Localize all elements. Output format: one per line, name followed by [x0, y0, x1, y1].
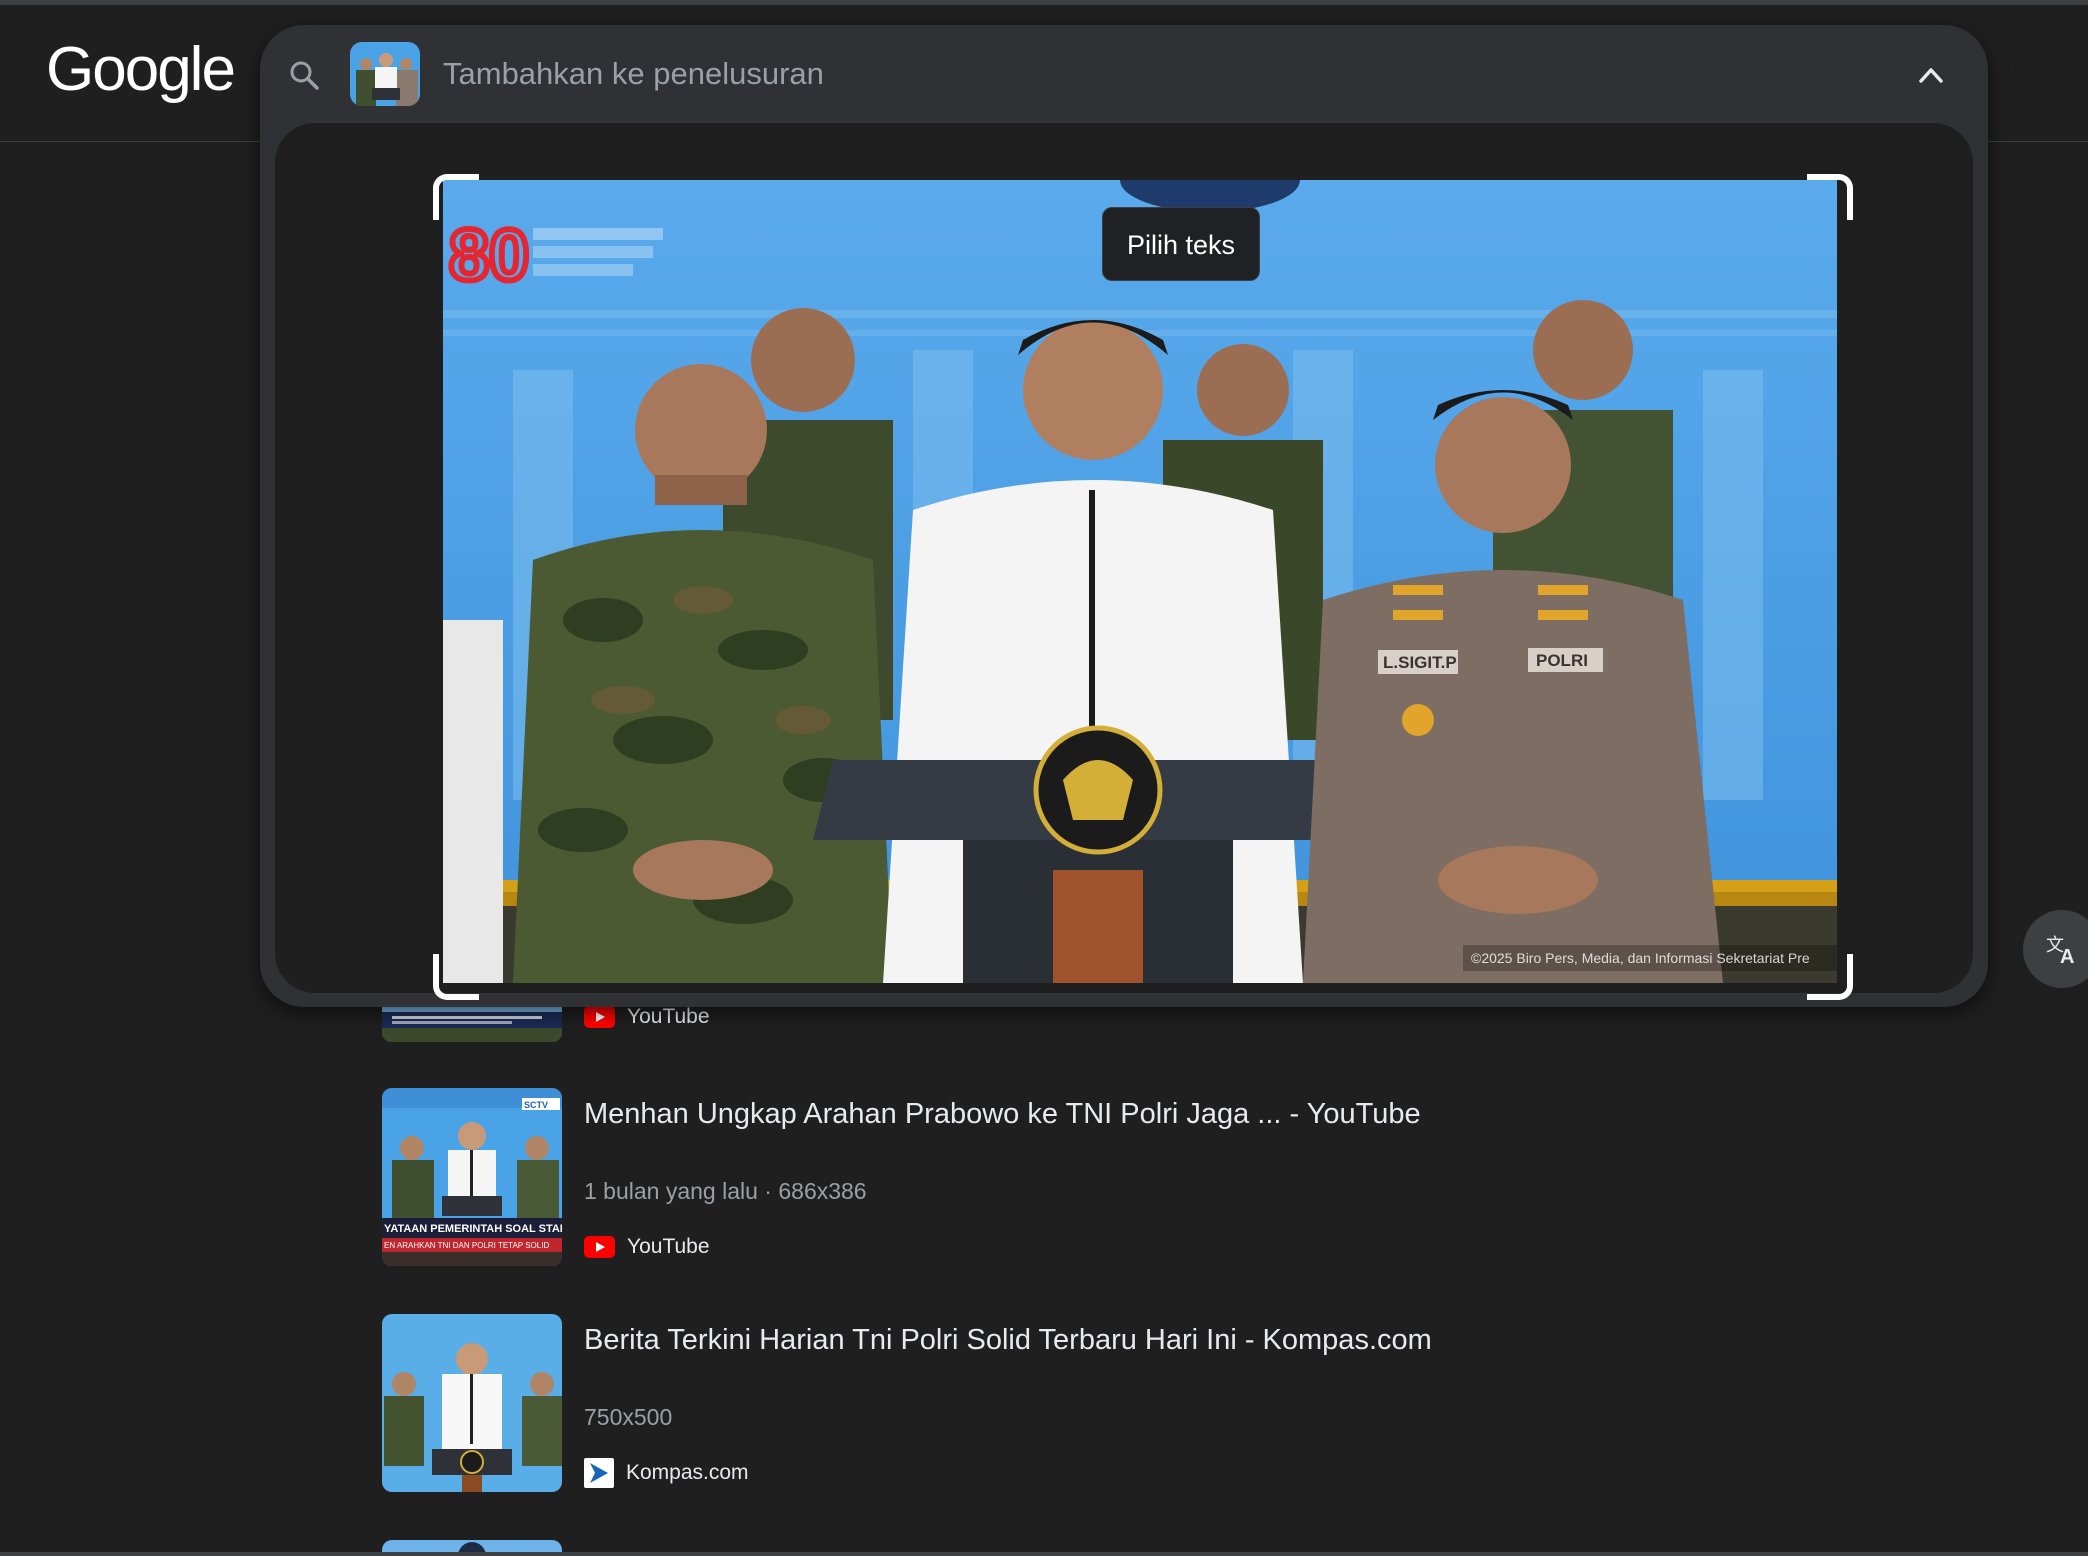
crop-handle-bottom-left[interactable] — [433, 954, 479, 1000]
translate-icon: 文 A — [2046, 935, 2074, 967]
result-thumbnail[interactable]: SCTV YATAAN PEMERINTAH SOAL STABILITAS E… — [382, 1088, 562, 1266]
result-source[interactable]: YouTube — [584, 1005, 710, 1029]
lens-search-panel: 80 — [260, 25, 2088, 1007]
top-border — [0, 0, 2088, 5]
svg-text:YATAAN PEMERINTAH SOAL STABILI: YATAAN PEMERINTAH SOAL STABILITAS — [384, 1223, 562, 1235]
search-image-chip[interactable] — [350, 42, 420, 106]
chevron-up-icon[interactable] — [1911, 55, 1951, 95]
result-source-name: Kompas.com — [626, 1461, 749, 1484]
search-input[interactable] — [443, 47, 1743, 101]
svg-text:EN ARAHKAN TNI DAN POLRI TETAP: EN ARAHKAN TNI DAN POLRI TETAP SOLID — [384, 1241, 549, 1250]
svg-text:L.SIGIT.P: L.SIGIT.P — [1383, 653, 1457, 672]
kompas-icon — [584, 1458, 614, 1488]
lens-image-stage: 80 L.SIGIT.P POLRI ©2025 Biro Pers, Medi… — [275, 123, 1973, 1000]
result-title[interactable]: Berita Terkini Harian Tni Polri Solid Te… — [584, 1324, 1432, 1357]
crop-handle-bottom-right[interactable] — [1807, 954, 1853, 1000]
result-source[interactable]: Kompas.com — [584, 1458, 749, 1488]
result-meta: 1 bulan yang lalu · 686x386 — [584, 1178, 867, 1204]
result-title[interactable]: Menhan Ungkap Arahan Prabowo ke TNI Polr… — [584, 1098, 1421, 1131]
search-icon[interactable] — [288, 59, 320, 91]
result-meta: 750x500 — [584, 1404, 673, 1430]
result-source-name: YouTube — [627, 1005, 710, 1028]
svg-text:©2025 Biro Pers, Media, dan In: ©2025 Biro Pers, Media, dan Informasi Se… — [1471, 950, 1810, 966]
google-logo[interactable]: Google — [46, 34, 236, 105]
select-text-tooltip[interactable]: Pilih teks — [1102, 207, 1261, 281]
svg-text:A: A — [2060, 946, 2074, 967]
youtube-icon — [584, 1236, 615, 1258]
crop-handle-top-right[interactable] — [1807, 174, 1853, 220]
result-source-name: YouTube — [627, 1235, 710, 1258]
svg-text:80: 80 — [449, 216, 529, 296]
bottom-border — [0, 1552, 2088, 1556]
crop-handle-top-left[interactable] — [433, 174, 479, 220]
result-thumbnail[interactable] — [382, 1314, 562, 1492]
youtube-icon — [584, 1006, 615, 1028]
svg-text:SCTV: SCTV — [524, 1100, 548, 1110]
result-source[interactable]: YouTube — [584, 1232, 710, 1262]
translate-button[interactable]: 文 A — [2023, 910, 2088, 988]
svg-text:POLRI: POLRI — [1536, 651, 1588, 670]
lens-selected-image[interactable]: 80 L.SIGIT.P POLRI ©2025 Biro Pers, Medi… — [443, 180, 1837, 983]
search-bar — [260, 25, 1988, 123]
